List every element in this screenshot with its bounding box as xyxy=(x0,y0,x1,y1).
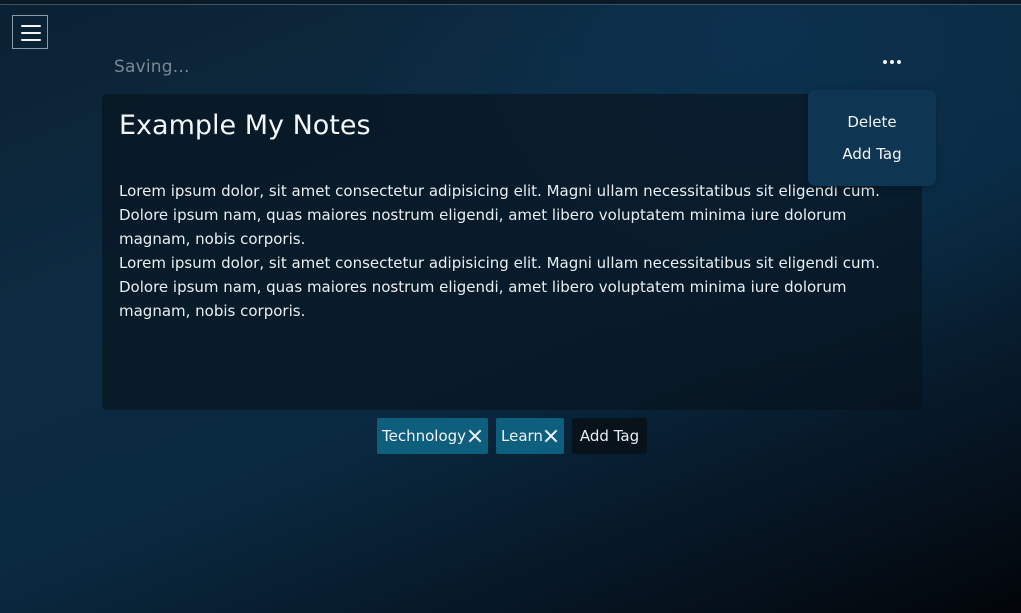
note-title[interactable]: Example My Notes xyxy=(119,110,371,141)
close-icon[interactable] xyxy=(544,429,557,442)
more-horizontal-icon[interactable] xyxy=(878,52,906,72)
hamburger-menu-icon[interactable] xyxy=(12,15,48,49)
window-top-border xyxy=(0,0,1021,5)
tag-label: Technology xyxy=(382,427,467,445)
options-dropdown-menu: Delete Add Tag xyxy=(808,90,936,186)
close-icon[interactable] xyxy=(468,429,481,442)
add-tag-button[interactable]: Add Tag xyxy=(572,418,647,454)
note-paragraph: Lorem ipsum dolor, sit amet consectetur … xyxy=(119,254,880,320)
add-tag-menu-item[interactable]: Add Tag xyxy=(808,145,936,163)
delete-menu-item[interactable]: Delete xyxy=(808,113,936,131)
save-status: Saving... xyxy=(114,57,190,77)
note-card: Example My Notes Lorem ipsum dolor, sit … xyxy=(102,94,922,410)
tag-label: Learn xyxy=(501,427,543,445)
tag-chip-learn: Learn xyxy=(496,418,564,454)
note-paragraph: Lorem ipsum dolor, sit amet consectetur … xyxy=(119,182,880,248)
tag-chip-technology: Technology xyxy=(377,418,488,454)
note-body[interactable]: Lorem ipsum dolor, sit amet consectetur … xyxy=(119,179,899,323)
